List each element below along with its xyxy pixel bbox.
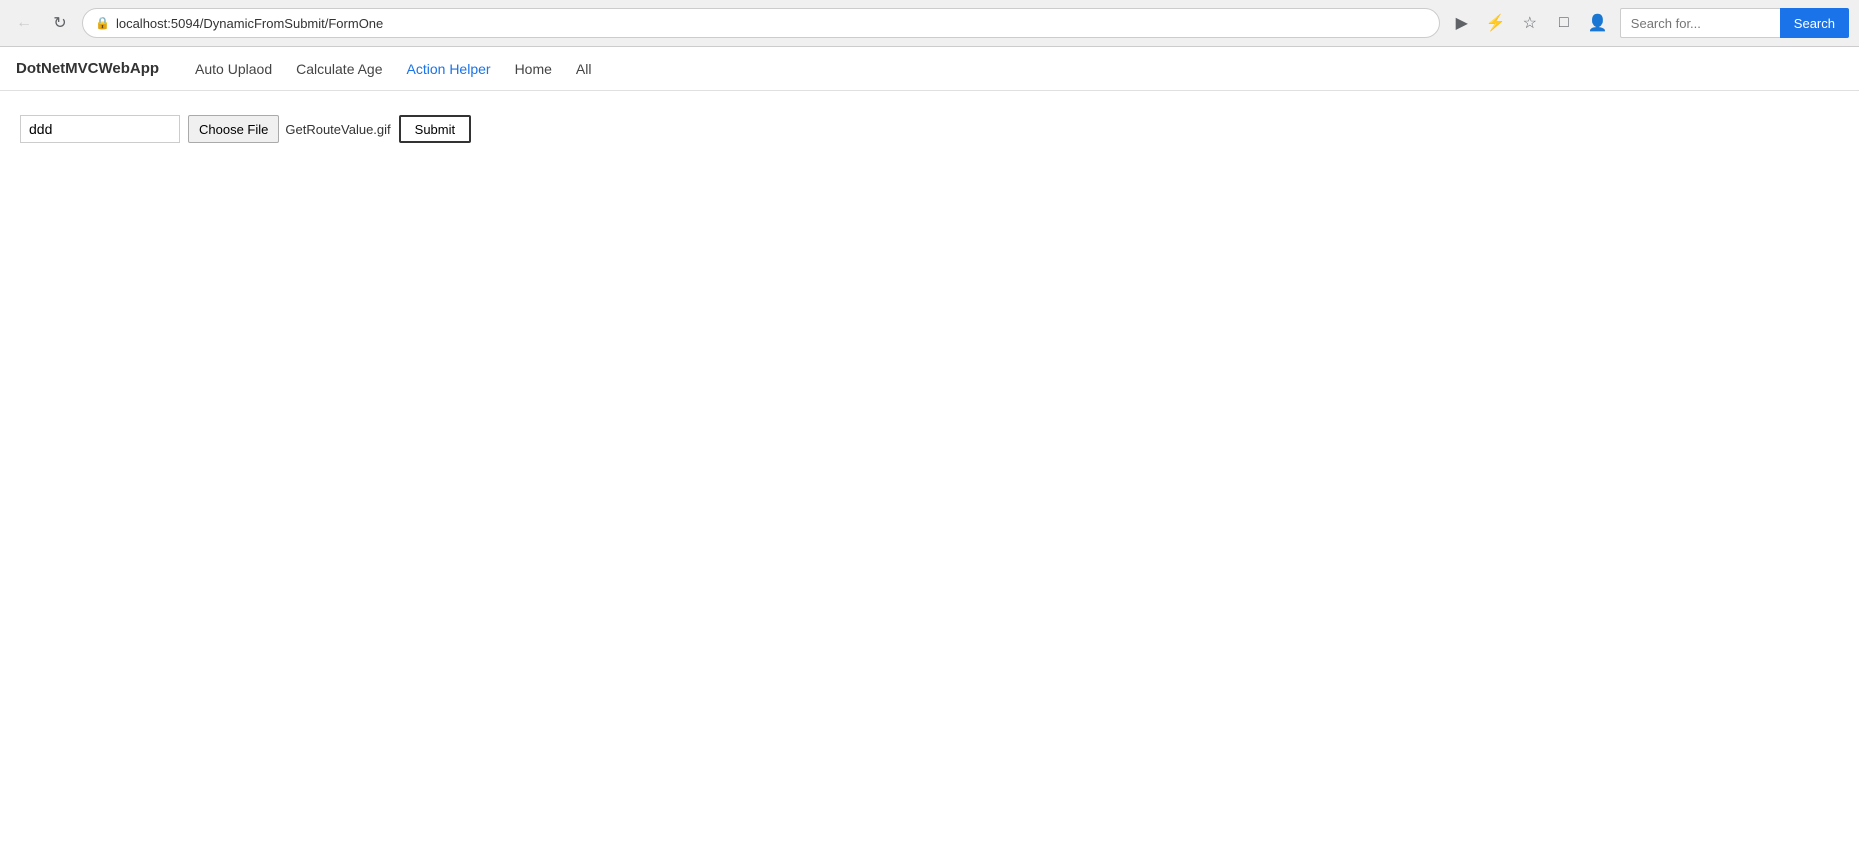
text-input-field[interactable] (20, 115, 180, 143)
back-button[interactable]: ← (10, 9, 38, 37)
nav-link-action-helper[interactable]: Action Helper (395, 49, 503, 89)
address-bar[interactable]: 🔒 localhost:5094/DynamicFromSubmit/FormO… (82, 8, 1440, 38)
collections-button[interactable]: □ (1550, 9, 1578, 37)
nav-link-home[interactable]: Home (503, 49, 564, 89)
favorites-button[interactable]: ☆ (1516, 9, 1544, 37)
form-one: Choose File GetRouteValue.gif Submit (20, 115, 1839, 143)
nav-link-auto-upload[interactable]: Auto Uplaod (183, 49, 284, 89)
submit-button[interactable]: Submit (399, 115, 471, 143)
file-input-wrapper: Choose File GetRouteValue.gif (188, 115, 391, 143)
browser-search-area: Search (1620, 8, 1849, 38)
nav-link-calculate-age[interactable]: Calculate Age (284, 49, 394, 89)
browser-actions: ▶ ⚡ ☆ □ 👤 (1448, 9, 1612, 37)
app-nav: DotNetMVCWebApp Auto Uplaod Calculate Ag… (0, 47, 1859, 91)
url-text: localhost:5094/DynamicFromSubmit/FormOne (116, 16, 1427, 31)
browser-toolbar: ← ↻ 🔒 localhost:5094/DynamicFromSubmit/F… (0, 0, 1859, 46)
main-content: Choose File GetRouteValue.gif Submit (0, 91, 1859, 167)
nav-link-all[interactable]: All (564, 49, 604, 89)
browser-search-input[interactable] (1620, 8, 1780, 38)
app-brand: DotNetMVCWebApp (16, 60, 159, 77)
security-icon: 🔒 (95, 16, 110, 30)
profile-button[interactable]: 👤 (1584, 9, 1612, 37)
reload-button[interactable]: ↻ (46, 9, 74, 37)
browser-chrome: ← ↻ 🔒 localhost:5094/DynamicFromSubmit/F… (0, 0, 1859, 47)
form-row: Choose File GetRouteValue.gif Submit (20, 115, 1839, 143)
extensions-button[interactable]: ⚡ (1482, 9, 1510, 37)
file-name-label: GetRouteValue.gif (285, 122, 390, 137)
read-aloud-button[interactable]: ▶ (1448, 9, 1476, 37)
choose-file-button[interactable]: Choose File (188, 115, 279, 143)
browser-search-button[interactable]: Search (1780, 8, 1849, 38)
